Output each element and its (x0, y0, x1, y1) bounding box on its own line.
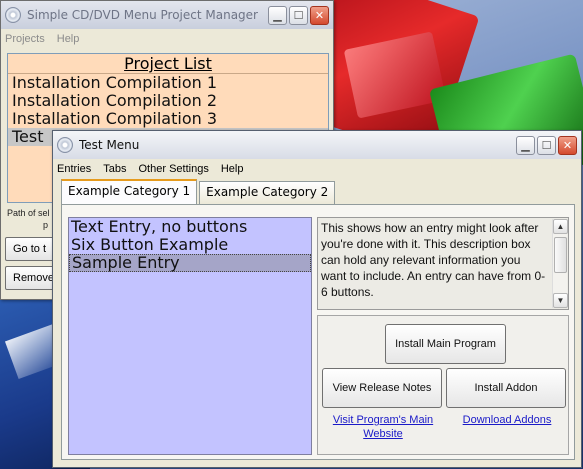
minimize-button[interactable]: ▁ (268, 5, 287, 25)
maximize-button[interactable]: ☐ (537, 135, 556, 155)
project-item[interactable]: Installation Compilation 1 (8, 74, 328, 92)
project-manager-titlebar[interactable]: Simple CD/DVD Menu Project Manager ▁ ☐ ✕ (1, 1, 333, 29)
cd-icon (5, 7, 21, 23)
minimize-button[interactable]: ▁ (516, 135, 535, 155)
project-item[interactable]: Installation Compilation 2 (8, 92, 328, 110)
scroll-thumb[interactable] (554, 237, 567, 273)
description-text: This shows how an entry might look after… (321, 221, 546, 299)
menu-tabs[interactable]: Tabs (103, 163, 126, 175)
description-box[interactable]: This shows how an entry might look after… (317, 217, 569, 310)
project-item[interactable]: Installation Compilation 3 (8, 110, 328, 128)
maximize-button[interactable]: ☐ (289, 5, 308, 25)
entry-item-selected[interactable]: Sample Entry (69, 254, 311, 272)
close-button[interactable]: ✕ (558, 135, 577, 155)
test-menu-titlebar[interactable]: Test Menu ▁ ☐ ✕ (53, 131, 581, 159)
project-manager-menubar: Projects Help (1, 29, 333, 49)
description-scrollbar[interactable]: ▲ ▼ (552, 219, 568, 308)
window-title: Simple CD/DVD Menu Project Manager (27, 8, 258, 22)
visit-website-link[interactable]: Visit Program's Main Website (324, 413, 442, 441)
install-addon-button[interactable]: Install Addon (446, 368, 566, 408)
scroll-down-arrow-icon[interactable]: ▼ (553, 293, 568, 308)
menu-help[interactable]: Help (221, 163, 244, 175)
tab-example-category-2[interactable]: Example Category 2 (199, 181, 336, 204)
view-release-notes-button[interactable]: View Release Notes (322, 368, 442, 408)
entry-item[interactable]: Six Button Example (69, 236, 311, 254)
entry-list[interactable]: Text Entry, no buttons Six Button Exampl… (68, 217, 312, 455)
path-label-line: Path of sel (7, 208, 50, 218)
menu-projects[interactable]: Projects (5, 33, 45, 45)
install-main-program-button[interactable]: Install Main Program (385, 324, 506, 364)
project-list-header: Project List (8, 54, 328, 74)
path-label: Path of sel p (7, 207, 51, 231)
path-label-line: p (43, 220, 49, 230)
cd-icon (57, 137, 73, 153)
test-menu-menubar: Entries Tabs Other Settings Help (53, 159, 581, 179)
tab-panel: Text Entry, no buttons Six Button Exampl… (61, 204, 575, 460)
category-tabs: Example Category 1 Example Category 2 (61, 179, 337, 204)
entry-item[interactable]: Text Entry, no buttons (69, 218, 311, 236)
test-menu-window: Test Menu ▁ ☐ ✕ Entries Tabs Other Setti… (52, 130, 582, 468)
entry-buttons-area: Install Main Program View Release Notes … (317, 315, 569, 455)
close-button[interactable]: ✕ (310, 5, 329, 25)
download-addons-link[interactable]: Download Addons (448, 413, 566, 427)
menu-other-settings[interactable]: Other Settings (139, 163, 209, 175)
menu-help[interactable]: Help (57, 33, 80, 45)
scroll-up-arrow-icon[interactable]: ▲ (553, 219, 568, 234)
window-title: Test Menu (79, 138, 140, 152)
tab-example-category-1[interactable]: Example Category 1 (61, 179, 198, 204)
menu-entries[interactable]: Entries (57, 163, 91, 175)
